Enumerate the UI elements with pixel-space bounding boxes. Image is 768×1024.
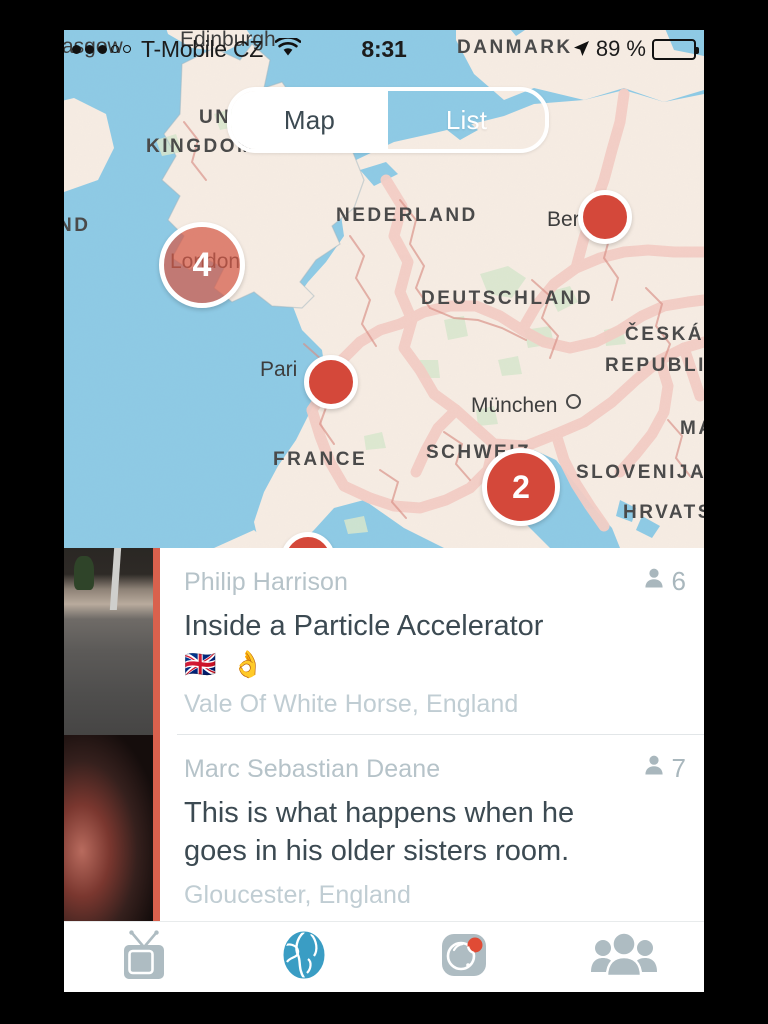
broadcast-title: This is what happens when he goes in his… (184, 797, 575, 868)
tab-globe[interactable] (224, 922, 384, 992)
status-bar-time: 8:31 (361, 35, 407, 62)
tab-camera[interactable] (384, 922, 544, 992)
list-item[interactable]: Philip Harrison 6 Inside a Particle Acce… (64, 548, 704, 735)
list-item-body: Marc Sebastian Deane 7 This is what happ… (160, 735, 704, 922)
tab-tv[interactable] (64, 922, 224, 992)
person-icon (642, 753, 666, 784)
map-label-deutschland: DEUTSCHLAND (421, 288, 594, 309)
broadcast-list[interactable]: Philip Harrison 6 Inside a Particle Acce… (64, 548, 704, 922)
list-item-body: Philip Harrison 6 Inside a Particle Acce… (160, 548, 704, 735)
segment-list[interactable]: List (388, 91, 545, 149)
broadcast-title: Inside a Particle Accelerator (184, 610, 544, 642)
tv-icon (116, 929, 172, 986)
broadcast-location: Vale Of White Horse, England (184, 690, 519, 719)
broadcast-location: Gloucester, England (184, 880, 412, 909)
map-label-ma: MA (680, 418, 704, 439)
viewer-count-value: 7 (671, 753, 686, 783)
map-label-slovenija: SLOVENIJA (576, 462, 704, 483)
city-label-paris: Pari (260, 358, 298, 381)
live-accent-bar (153, 548, 160, 735)
broadcast-thumbnail[interactable] (64, 735, 153, 922)
viewer-count: 6 (642, 566, 686, 597)
map-pin-cluster-4[interactable]: 4 (159, 222, 245, 308)
city-label-munchen: München (471, 394, 558, 417)
map-pin-label: 4 (192, 245, 212, 284)
status-bar: T-Mobile CZ 8:31 89 % (64, 30, 704, 68)
phone-screen: UNITED KINGDOM ND NEDERLAND DEUTSCHLAND … (64, 30, 704, 992)
live-accent-bar (153, 735, 160, 922)
map-label-republika: REPUBLI (605, 355, 704, 376)
map-label-nederland: NEDERLAND (336, 205, 478, 226)
broadcaster-name: Philip Harrison (184, 568, 349, 596)
map-label-hrvatska: HRVATS (623, 502, 704, 523)
segment-map[interactable]: Map (231, 91, 388, 149)
globe-icon (278, 929, 330, 986)
broadcast-thumbnail[interactable] (64, 548, 153, 735)
map-pin-paris[interactable] (304, 355, 358, 409)
tab-bar[interactable] (64, 921, 704, 992)
map-label-ceska: ČESKÁ (625, 324, 704, 345)
map-pin-cluster-2[interactable]: 2 (482, 448, 560, 526)
map-label-nd: ND (64, 215, 91, 236)
broadcast-emoji: 🇬🇧 👌 (184, 649, 268, 680)
map-pin-label: 2 (512, 468, 530, 505)
person-icon (642, 566, 666, 597)
list-item[interactable]: Marc Sebastian Deane 7 This is what happ… (64, 735, 704, 922)
viewer-count-value: 6 (671, 566, 686, 596)
map-list-segmented-control[interactable]: Map List (227, 87, 549, 153)
map-pin-berlin[interactable] (578, 190, 632, 244)
map-label-france: FRANCE (273, 449, 368, 470)
battery-icon (652, 38, 699, 60)
tab-people[interactable] (544, 922, 704, 992)
viewer-count: 7 (642, 753, 686, 784)
broadcaster-name: Marc Sebastian Deane (184, 755, 441, 783)
city-dot-munchen (566, 394, 581, 409)
camera-record-icon (437, 928, 491, 987)
people-group-icon (591, 930, 657, 983)
